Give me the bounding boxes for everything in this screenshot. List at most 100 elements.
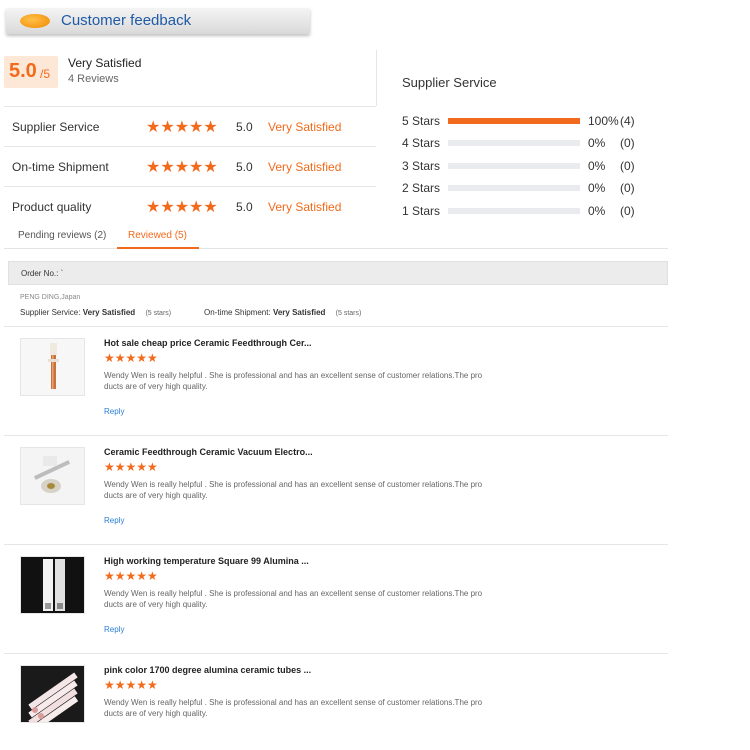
shipment-note: (5 stars) [335, 310, 362, 317]
distribution-percent: 0% [588, 204, 606, 218]
rating-score: 5.0 [236, 200, 253, 214]
product-thumbnail[interactable] [20, 665, 85, 723]
supplier-service-label: Supplier Service: [20, 308, 81, 317]
rating-label: Supplier Service [12, 120, 100, 134]
overall-score-badge: 5.0 /5 [4, 56, 58, 88]
supplier-service-value: Very Satisfied [82, 308, 136, 317]
rating-score: 5.0 [236, 120, 253, 134]
star-rating-icon: ★★★★★ [146, 199, 218, 216]
product-thumbnail[interactable] [20, 338, 85, 396]
section-header: Customer feedback [6, 8, 310, 34]
star-rating-icon: ★★★★★ [104, 678, 158, 692]
overall-score-max: /5 [40, 67, 51, 81]
reply-link[interactable]: Reply [104, 625, 124, 634]
distribution-percent: 0% [588, 181, 606, 195]
product-thumbnail[interactable] [20, 556, 85, 614]
review-text: Wendy Wen is really helpful . She is pro… [104, 370, 524, 392]
review-text-line: Wendy Wen is really helpful . She is pro… [104, 480, 483, 489]
distribution-count: (0) [620, 136, 635, 150]
rating-text: Very Satisfied [268, 160, 342, 174]
distribution-count: (0) [620, 159, 635, 173]
divider [4, 146, 376, 147]
divider [4, 544, 668, 545]
divider [4, 106, 376, 107]
review-tabs: Pending reviews (2) Reviewed (5) [4, 224, 668, 249]
star-rating-icon: ★★★★★ [104, 351, 158, 365]
distribution-percent: 0% [588, 159, 606, 173]
review-text-line: ducts are of very high quality. [104, 382, 208, 391]
distribution-row: 3 Stars 0% (0) [402, 158, 642, 174]
review-text: Wendy Wen is really helpful . She is pro… [104, 588, 524, 610]
review-item: Ceramic Feedthrough Ceramic Vacuum Elect… [20, 443, 668, 543]
divider [4, 435, 668, 436]
divider [4, 653, 668, 654]
order-header: Order No.: ` [8, 261, 668, 285]
distribution-count: (0) [620, 181, 635, 195]
rating-text: Very Satisfied [268, 120, 342, 134]
rating-row-supplier-service: Supplier Service ★★★★★ 5.0 Very Satisfie… [12, 117, 372, 137]
orange-oval-icon [20, 14, 50, 28]
supplier-service-note: (5 stars) [145, 310, 172, 317]
review-item: High working temperature Square 99 Alumi… [20, 552, 668, 652]
review-text-line: Wendy Wen is really helpful . She is pro… [104, 371, 483, 380]
review-text: Wendy Wen is really helpful . She is pro… [104, 479, 524, 501]
review-text-line: ducts are of very high quality. [104, 709, 208, 718]
reply-link[interactable]: Reply [104, 407, 124, 416]
star-rating-icon: ★★★★★ [146, 119, 218, 136]
rating-row-product-quality: Product quality ★★★★★ 5.0 Very Satisfied [12, 197, 372, 217]
tab-reviewed[interactable]: Reviewed (5) [128, 230, 187, 241]
distribution-bar [448, 208, 580, 214]
shipment-label: On-time Shipment: [204, 308, 271, 317]
divider [4, 186, 376, 187]
shipment-value: Very Satisfied [272, 308, 326, 317]
review-text-line: ducts are of very high quality. [104, 491, 208, 500]
review-text-line: Wendy Wen is really helpful . She is pro… [104, 589, 483, 598]
shipment-rating: On-time Shipment: Very Satisfied (5 star… [204, 308, 361, 317]
product-thumbnail[interactable] [20, 447, 85, 505]
distribution-count: (0) [620, 204, 635, 218]
distribution-label: 3 Stars [402, 159, 441, 173]
distribution-label: 2 Stars [402, 181, 441, 195]
review-text-line: Wendy Wen is really helpful . She is pro… [104, 698, 483, 707]
rating-score: 5.0 [236, 160, 253, 174]
distribution-label: 5 Stars [402, 114, 441, 128]
distribution-row: 2 Stars 0% (0) [402, 180, 642, 196]
rating-row-on-time-shipment: On-time Shipment ★★★★★ 5.0 Very Satisfie… [12, 157, 372, 177]
supplier-service-rating: Supplier Service: Very Satisfied (5 star… [20, 308, 171, 317]
distribution-bar [448, 140, 580, 146]
distribution-title: Supplier Service [402, 75, 497, 90]
divider [4, 326, 668, 327]
review-text: Wendy Wen is really helpful . She is pro… [104, 697, 524, 719]
distribution-row: 4 Stars 0% (0) [402, 135, 642, 151]
review-item: Hot sale cheap price Ceramic Feedthrough… [20, 334, 668, 434]
distribution-bar [448, 163, 580, 169]
distribution-percent: 0% [588, 136, 606, 150]
rating-label: On-time Shipment [12, 160, 109, 174]
product-title-link[interactable]: High working temperature Square 99 Alumi… [104, 556, 309, 566]
distribution-bar-fill [448, 118, 580, 124]
product-title-link[interactable]: Ceramic Feedthrough Ceramic Vacuum Elect… [104, 447, 313, 457]
star-rating-icon: ★★★★★ [146, 159, 218, 176]
product-title-link[interactable]: pink color 1700 degree alumina ceramic t… [104, 665, 311, 675]
distribution-bar [448, 118, 580, 124]
distribution-row: 5 Stars 100% (4) [402, 113, 642, 129]
distribution-bar [448, 185, 580, 191]
star-rating-icon: ★★★★★ [104, 569, 158, 583]
reply-link[interactable]: Reply [104, 516, 124, 525]
product-title-link[interactable]: Hot sale cheap price Ceramic Feedthrough… [104, 338, 312, 348]
distribution-count: (4) [620, 114, 635, 128]
review-item: pink color 1700 degree alumina ceramic t… [20, 661, 668, 741]
divider [376, 50, 377, 106]
overall-label: Very Satisfied [68, 56, 142, 70]
active-tab-indicator [117, 247, 199, 249]
section-title: Customer feedback [61, 12, 192, 29]
review-count: 4 Reviews [68, 73, 119, 85]
tab-pending-reviews[interactable]: Pending reviews (2) [18, 230, 106, 241]
order-number: Order No.: ` [21, 269, 64, 278]
distribution-label: 1 Stars [402, 204, 441, 218]
star-rating-icon: ★★★★★ [104, 460, 158, 474]
rating-text: Very Satisfied [268, 200, 342, 214]
distribution-row: 1 Stars 0% (0) [402, 203, 642, 219]
overall-score: 5.0 [9, 60, 37, 82]
review-text-line: ducts are of very high quality. [104, 600, 208, 609]
